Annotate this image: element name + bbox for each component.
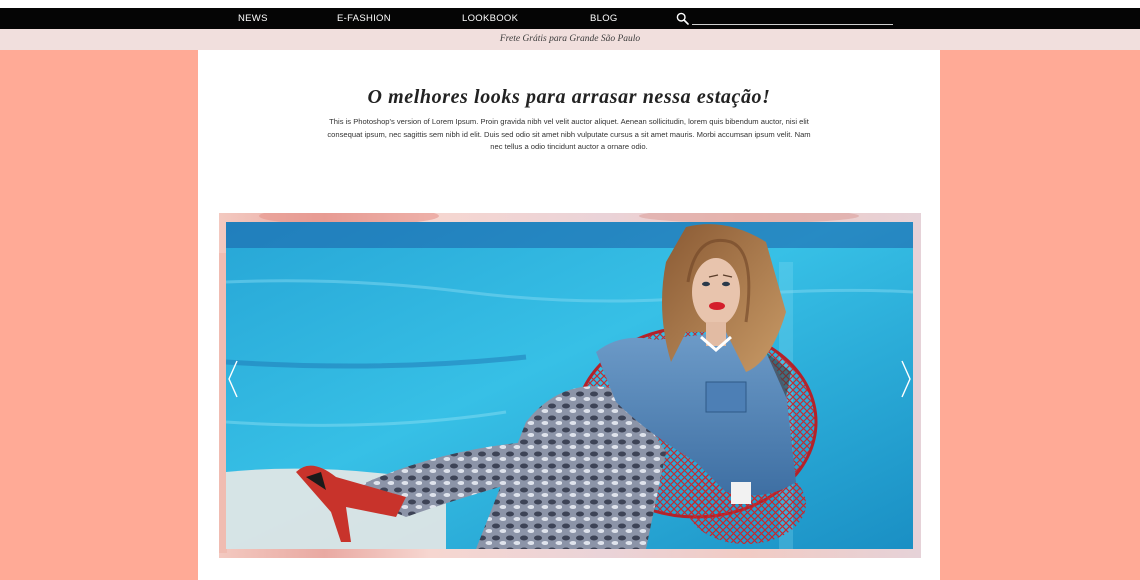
slider-prev-button[interactable] <box>226 359 240 399</box>
promo-bar: Frete Grátis para Grande São Paulo <box>0 29 1140 50</box>
hero-slider[interactable] <box>219 213 921 558</box>
search-icon[interactable] <box>676 12 689 25</box>
nav-item-e-fashion[interactable]: E-FASHION <box>337 8 391 29</box>
top-strip <box>0 0 1140 8</box>
nav-item-blog[interactable]: BLOG <box>590 8 618 29</box>
slide-image[interactable] <box>226 222 913 549</box>
nav-item-lookbook[interactable]: LOOKBOOK <box>462 8 518 29</box>
promo-text: Frete Grátis para Grande São Paulo <box>499 34 641 44</box>
site-logo[interactable] <box>268 0 458 7</box>
main-content: O melhores looks para arrasar nessa esta… <box>198 50 940 580</box>
main-navbar: NEWS E-FASHION LOOKBOOK BLOG <box>0 8 1140 29</box>
chevron-right-icon <box>901 360 911 398</box>
chevron-left-icon <box>228 360 238 398</box>
nav-item-news[interactable]: NEWS <box>238 8 268 29</box>
search-input[interactable] <box>692 12 893 25</box>
slider-next-button[interactable] <box>899 359 913 399</box>
intro-paragraph: This is Photoshop's version of Lorem Ips… <box>327 117 811 152</box>
page-title: O melhores looks para arrasar nessa esta… <box>367 86 771 108</box>
